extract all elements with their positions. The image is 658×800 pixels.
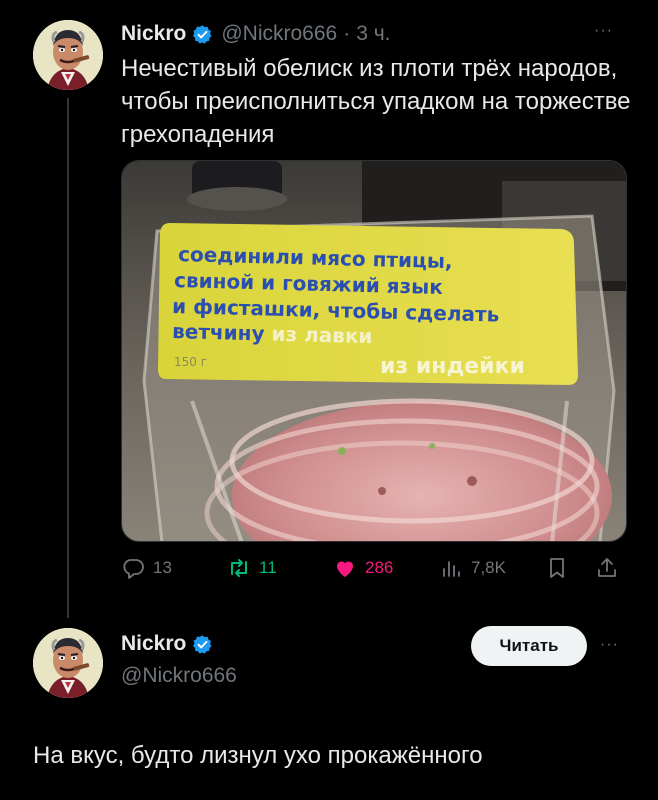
bookmark-icon [550,558,564,578]
label-line-4: ветчину [172,319,272,346]
share-button[interactable] [595,556,627,580]
analytics-icon [443,561,460,577]
like-count: 286 [365,558,394,577]
more-options-icon[interactable]: ··· [600,636,619,654]
thread-connector-line [67,98,69,618]
reply-author-row: Nickro [121,632,221,656]
tweet-header: Nickro @Nickro666 · 3 ч. [121,20,391,48]
avatar[interactable] [33,20,103,90]
author-name[interactable]: Nickro [121,632,186,656]
repost-icon [231,559,247,577]
author-handle[interactable]: @Nickro666 [121,664,237,688]
share-icon [598,558,616,577]
reply-button[interactable]: 13 [121,556,172,580]
heart-icon [337,561,353,577]
tweet-time[interactable]: 3 ч. [356,22,390,46]
label-brand: из лавки [271,322,373,349]
label-variant: из индейки [380,354,525,379]
reply-icon [123,559,144,579]
bookmark-button[interactable] [545,556,577,580]
author-handle[interactable]: @Nickro666 [221,22,337,46]
view-count: 7,8K [471,558,506,577]
ham-package-photo: соединили мясо птицы, свиной и говяжий я… [122,161,626,541]
avatar-caricature-image [33,628,103,698]
reply-text: На вкус, будто лизнул ухо прокажённого [33,742,483,769]
tweet-text: Нечестивый обелиск из плоти трёх народов… [121,55,631,148]
verified-badge-icon [193,24,212,44]
avatar[interactable] [33,628,103,698]
follow-button[interactable]: Читать [471,626,587,666]
verified-badge-icon [193,634,212,654]
like-button[interactable]: 286 [333,556,393,580]
author-name[interactable]: Nickro [121,22,186,46]
meta-separator: · [343,22,351,45]
tweet-action-bar: 13 11 286 7,8K [121,556,631,584]
label-weight: 150 г [174,355,207,369]
avatar-caricature-image [33,20,103,90]
views-button[interactable]: 7,8K [439,556,506,580]
tweet-photo[interactable]: соединили мясо птицы, свиной и говяжий я… [121,160,627,542]
more-options-icon[interactable]: ··· [594,22,613,40]
repost-count: 11 [259,558,277,577]
repost-button[interactable]: 11 [227,556,277,580]
reply-count: 13 [153,558,172,577]
